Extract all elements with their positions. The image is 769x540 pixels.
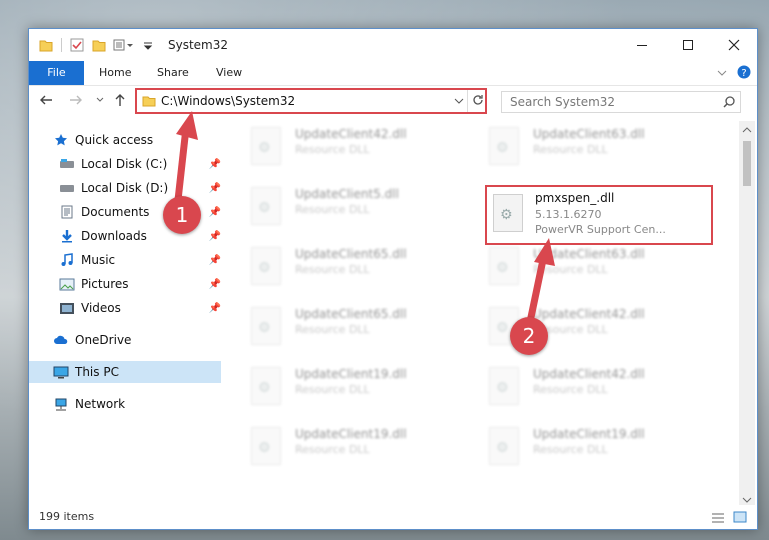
annotation-arrows [174, 111, 555, 323]
step-1-badge: 1 [163, 196, 201, 234]
step-2-badge: 2 [510, 317, 548, 355]
arrow-1 [174, 127, 190, 201]
arrow-2-head [534, 238, 555, 266]
arrow-2 [526, 254, 548, 323]
arrow-1-head [176, 111, 198, 140]
